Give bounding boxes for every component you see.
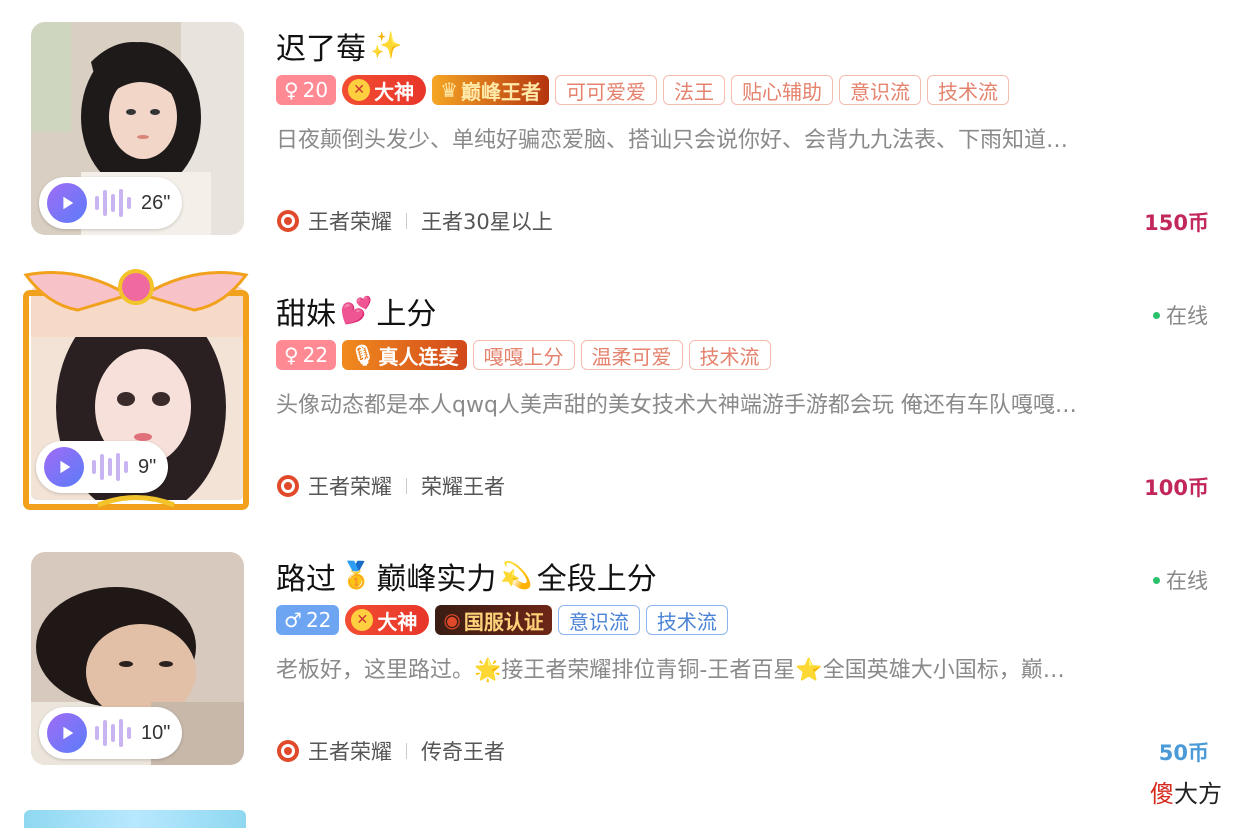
- play-icon: [47, 183, 87, 223]
- tag-item: 温柔可爱: [580, 340, 683, 370]
- badge-national-certified: ◉ 国服认证: [435, 605, 552, 635]
- badge-label: 巅峰王者: [461, 79, 542, 104]
- sparkle-icon: ✨: [370, 31, 403, 61]
- listing-card[interactable]: 10" 路过 🥇 巅峰实力 💫 全段上分 在线 ♂ 22 ✕ 大神 ◉ 国服认证…: [0, 530, 1242, 794]
- tag-item: 意识流: [557, 605, 640, 635]
- divider: [406, 478, 407, 494]
- divider: [406, 213, 407, 229]
- tag-item: 可可爱爱: [555, 75, 658, 105]
- player-name[interactable]: 甜妹 💕 上分: [276, 289, 436, 333]
- crossed-swords-icon: ✕: [351, 609, 374, 631]
- dizzy-icon: 💫: [500, 561, 533, 591]
- description: 老板好，这里路过。🌟接王者荣耀排位青铜-王者百星⭐全国英雄大小国标，巅…: [276, 658, 1065, 683]
- age: 22: [305, 608, 332, 632]
- game-logo-icon: [277, 475, 299, 497]
- rank: 王者30星以上: [421, 210, 553, 234]
- badge-label: 大神: [377, 609, 418, 634]
- divider: [406, 743, 407, 759]
- player-name[interactable]: 迟了莓 ✨: [276, 24, 402, 68]
- gender-age-badge: ♀ 22: [276, 340, 337, 370]
- tag-row: ♀ 20 ✕ 大神 ♛ 巅峰王者 可可爱爱 法王 贴心辅助 意识流 技术流: [276, 75, 1010, 105]
- game-name: 王者荣耀: [308, 740, 392, 764]
- badge-label: 真人连麦: [378, 344, 459, 369]
- online-label: 在线: [1166, 569, 1208, 593]
- play-icon: [44, 447, 84, 487]
- price: 100币: [1144, 476, 1209, 500]
- watermark-part2: 大方: [1174, 780, 1222, 808]
- game-logo-icon: [277, 210, 299, 232]
- avatar[interactable]: 10": [31, 552, 244, 765]
- next-avatar-frame: [24, 810, 246, 828]
- voice-wave-icon: [92, 452, 128, 482]
- tag-item: 技术流: [645, 605, 728, 635]
- online-label: 在线: [1166, 304, 1208, 328]
- game-info: 王者荣耀 传奇王者: [276, 736, 505, 766]
- game-logo-icon: [277, 740, 299, 762]
- price: 150币: [1144, 211, 1209, 235]
- game-info: 王者荣耀 荣耀王者: [276, 471, 505, 501]
- voice-intro-button[interactable]: 10": [39, 707, 183, 759]
- next-listing-card-partial[interactable]: [0, 800, 1242, 828]
- player-name-suffix: 上分: [376, 297, 437, 332]
- gender-age-badge: ♀ 20: [276, 75, 337, 105]
- online-status: 在线: [1153, 565, 1208, 595]
- player-name-mid: 巅峰实力: [376, 562, 497, 597]
- online-dot-icon: [1153, 576, 1160, 584]
- watermark: 傻大方: [1150, 774, 1222, 809]
- tag-item: 意识流: [839, 75, 922, 105]
- voice-wave-icon: [95, 188, 131, 218]
- price: 50币: [1158, 741, 1209, 765]
- crown-icon: ♛: [440, 78, 459, 102]
- player-name-text: 路过: [276, 562, 336, 597]
- voice-intro-button[interactable]: 9": [36, 441, 169, 493]
- game-name: 王者荣耀: [308, 475, 392, 499]
- age: 22: [302, 343, 329, 367]
- medal-icon: 🥇: [340, 561, 373, 591]
- rank: 传奇王者: [421, 740, 505, 764]
- microphone-icon: 🎙: [350, 343, 376, 367]
- voice-intro-button[interactable]: 26": [39, 177, 183, 229]
- voice-duration: 26": [141, 191, 171, 214]
- tag-item: 技术流: [688, 340, 771, 370]
- female-icon: ♀: [284, 78, 299, 102]
- watermark-part1: 傻: [1150, 780, 1174, 808]
- tag-item: 嘎嘎上分: [472, 340, 575, 370]
- hearts-icon: 💕: [340, 296, 373, 326]
- game-info: 王者荣耀 王者30星以上: [276, 206, 553, 236]
- online-dot-icon: [1153, 311, 1160, 319]
- player-name-text: 甜妹: [276, 297, 336, 332]
- tag-row: ♀ 22 🎙 真人连麦 嘎嘎上分 温柔可爱 技术流: [276, 340, 771, 370]
- male-icon: ♂: [284, 608, 302, 632]
- tag-row: ♂ 22 ✕ 大神 ◉ 国服认证 意识流 技术流: [276, 605, 728, 635]
- rank: 荣耀王者: [421, 475, 505, 499]
- voice-duration: 9": [138, 455, 157, 478]
- female-icon: ♀: [284, 343, 299, 367]
- badge-god: ✕ 大神: [342, 75, 427, 105]
- play-icon: [47, 713, 87, 753]
- player-name[interactable]: 路过 🥇 巅峰实力 💫 全段上分: [276, 554, 657, 598]
- badge-peak-king: ♛ 巅峰王者: [432, 75, 550, 105]
- badge-label: 大神: [374, 79, 415, 104]
- avatar[interactable]: 26": [31, 22, 244, 235]
- voice-duration: 10": [141, 721, 171, 744]
- description: 日夜颠倒头发少、单纯好骗恋爱脑、搭讪只会说你好、会背九九法表、下雨知道…: [276, 128, 1069, 153]
- gender-age-badge: ♂ 22: [276, 605, 340, 635]
- badge-label: 国服认证: [463, 609, 544, 634]
- tag-item: 技术流: [927, 75, 1010, 105]
- tag-item: 法王: [663, 75, 726, 105]
- tag-item: 贴心辅助: [731, 75, 834, 105]
- game-name: 王者荣耀: [308, 210, 392, 234]
- listing-card[interactable]: 9" 甜妹 💕 上分 在线 ♀ 22 🎙 真人连麦 嘎嘎上分 温柔可爱 技术流 …: [0, 265, 1242, 529]
- listing-card[interactable]: 26" 迟了莓 ✨ ♀ 20 ✕ 大神 ♛ 巅峰王者 可可爱爱 法王 贴心辅助 …: [0, 0, 1242, 264]
- player-name-suffix: 全段上分: [536, 562, 657, 597]
- crossed-swords-icon: ✕: [348, 79, 371, 101]
- badge-live-mic: 🎙 真人连麦: [342, 340, 467, 370]
- voice-wave-icon: [95, 718, 131, 748]
- shield-icon: ◉: [443, 608, 461, 632]
- player-name-text: 迟了莓: [276, 32, 366, 67]
- description: 头像动态都是本人qwq人美声甜的美女技术大神端游手游都会玩 俺还有车队嘎嘎…: [276, 393, 1077, 418]
- badge-god: ✕ 大神: [345, 605, 430, 635]
- age: 20: [302, 78, 329, 102]
- online-status: 在线: [1153, 300, 1208, 330]
